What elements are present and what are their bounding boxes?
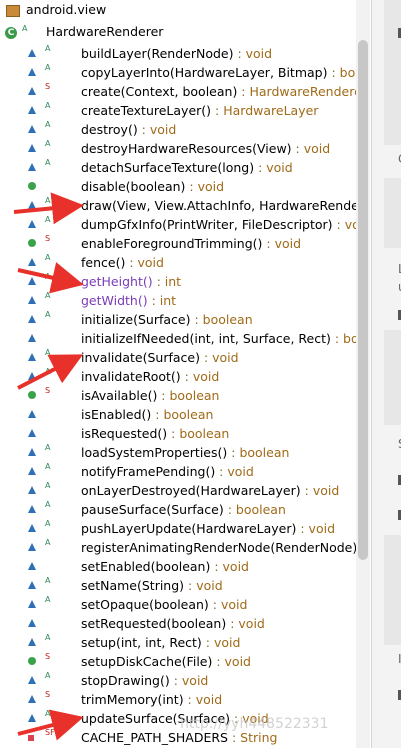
panel-section [384,0,401,145]
panel-section [384,535,401,645]
annotation-arrows [13,192,84,741]
panel-section [384,178,401,248]
arrow-invalidate [17,354,84,390]
watermark: http://yyh448522331 [180,716,329,732]
arrow-updatesurface [17,709,84,741]
panel-section [384,330,401,425]
right-side-panel: C L u S I [371,0,401,748]
arrow-getheight [17,262,84,294]
arrow-draw [13,192,84,225]
